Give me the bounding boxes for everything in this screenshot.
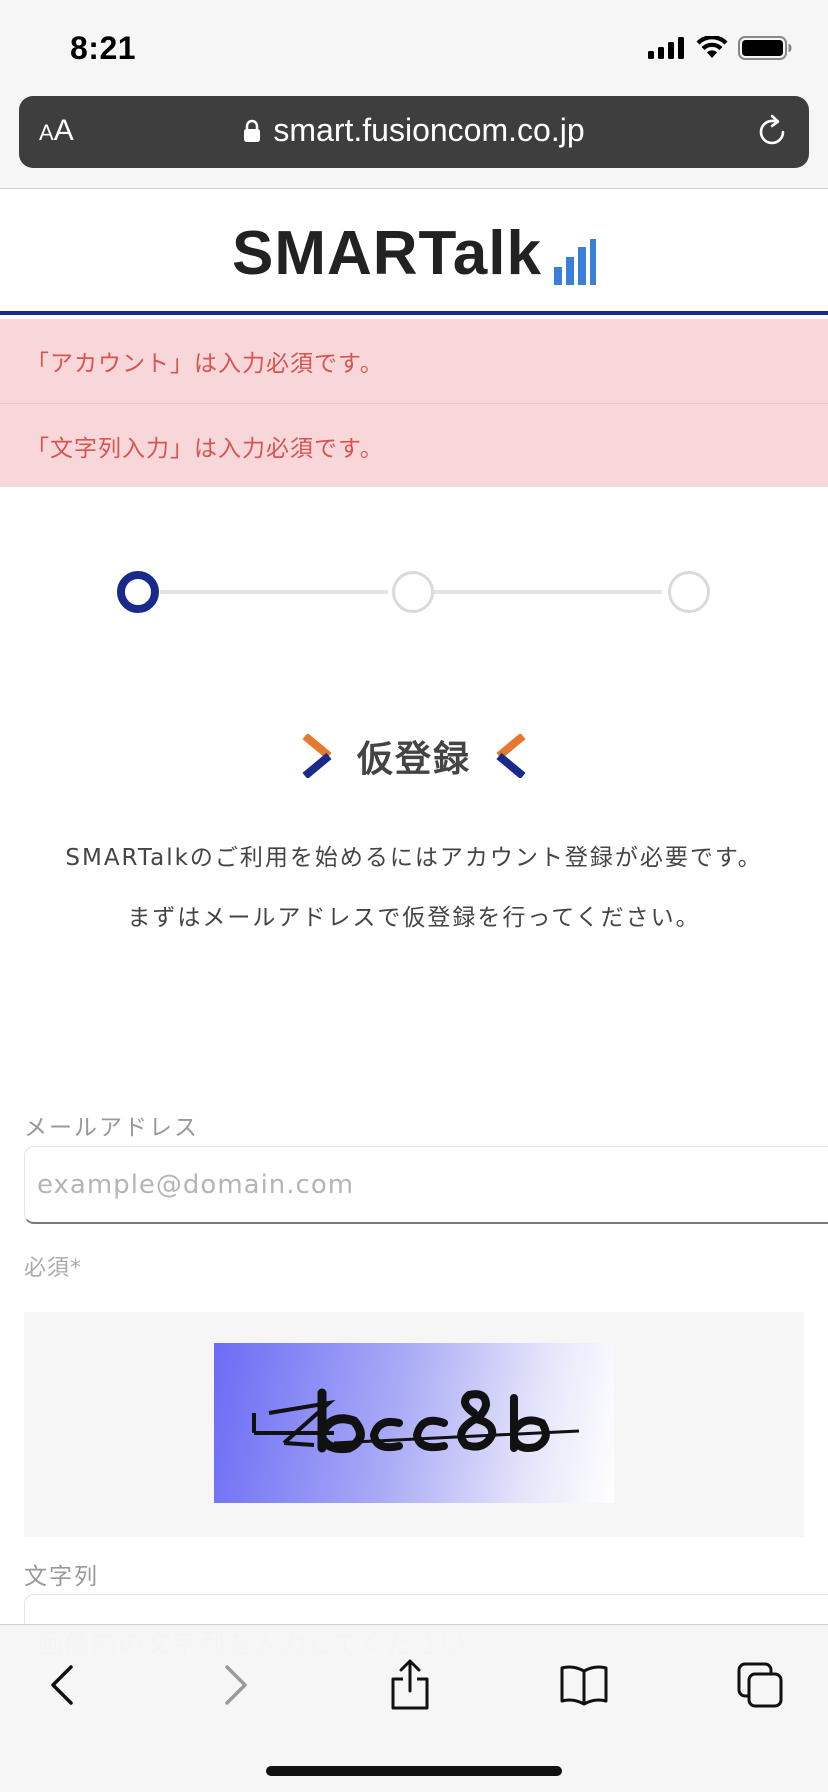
error-alert-account: 「アカウント」は入力必須です。: [0, 319, 828, 403]
reload-icon[interactable]: [753, 113, 791, 151]
chevron-left-decoration-icon: [496, 734, 526, 778]
share-icon: [391, 1659, 429, 1710]
email-label: メールアドレス: [24, 1115, 199, 1141]
intro-text-1: SMARTalkのご利用を始めるにはアカウント登録が必要です。: [65, 845, 763, 871]
status-bar: 8:21: [0, 0, 828, 96]
status-icons: [648, 36, 792, 60]
url-field[interactable]: A A smart.fusioncom.co.jp: [19, 96, 809, 168]
forward-button[interactable]: [206, 1655, 266, 1715]
url-display: smart.fusioncom.co.jp: [19, 112, 809, 149]
browser-address-bar: A A smart.fusioncom.co.jp: [0, 96, 828, 189]
captcha-image: [214, 1343, 614, 1503]
captcha-container: [24, 1312, 804, 1537]
back-icon: [51, 1665, 73, 1705]
tabs-icon: [737, 1662, 783, 1708]
required-note: 必須*: [24, 1256, 83, 1281]
site-logo[interactable]: SMARTalk: [0, 223, 828, 285]
bookmarks-icon: [560, 1665, 608, 1706]
error-alert-captcha: 「文字列入力」は入力必須です。: [0, 403, 828, 487]
site-header: SMARTalk: [0, 189, 828, 315]
tabs-button[interactable]: [730, 1655, 790, 1715]
email-field[interactable]: [24, 1146, 828, 1224]
intro-text-2: まずはメールアドレスで仮登録を行ってください。: [127, 905, 701, 931]
captcha-text-graphic: [252, 1388, 580, 1453]
page-title: 仮登録: [356, 739, 471, 780]
back-button[interactable]: [32, 1655, 92, 1715]
signal-bars-logo-icon: [554, 239, 596, 285]
progress-stepper: [0, 566, 828, 618]
step-3-indicator: [668, 571, 710, 613]
home-indicator: [266, 1766, 562, 1776]
status-time: 8:21: [70, 30, 137, 66]
url-text: smart.fusioncom.co.jp: [273, 112, 585, 148]
battery-icon: [738, 36, 792, 60]
wifi-icon: [696, 36, 728, 58]
stepper-line: [160, 590, 388, 594]
bookmarks-button[interactable]: [554, 1655, 614, 1715]
cellular-signal-icon: [648, 37, 684, 59]
forward-icon: [225, 1665, 247, 1705]
share-button[interactable]: [380, 1655, 440, 1715]
step-1-indicator: [117, 571, 159, 613]
lock-icon: [244, 119, 261, 142]
chevron-right-decoration-icon: [302, 734, 332, 778]
captcha-label: 文字列: [24, 1564, 99, 1590]
stepper-line: [434, 590, 662, 594]
section-title: 仮登録: [0, 730, 828, 782]
step-2-indicator: [392, 571, 434, 613]
logo-text: SMARTalk: [231, 219, 542, 288]
